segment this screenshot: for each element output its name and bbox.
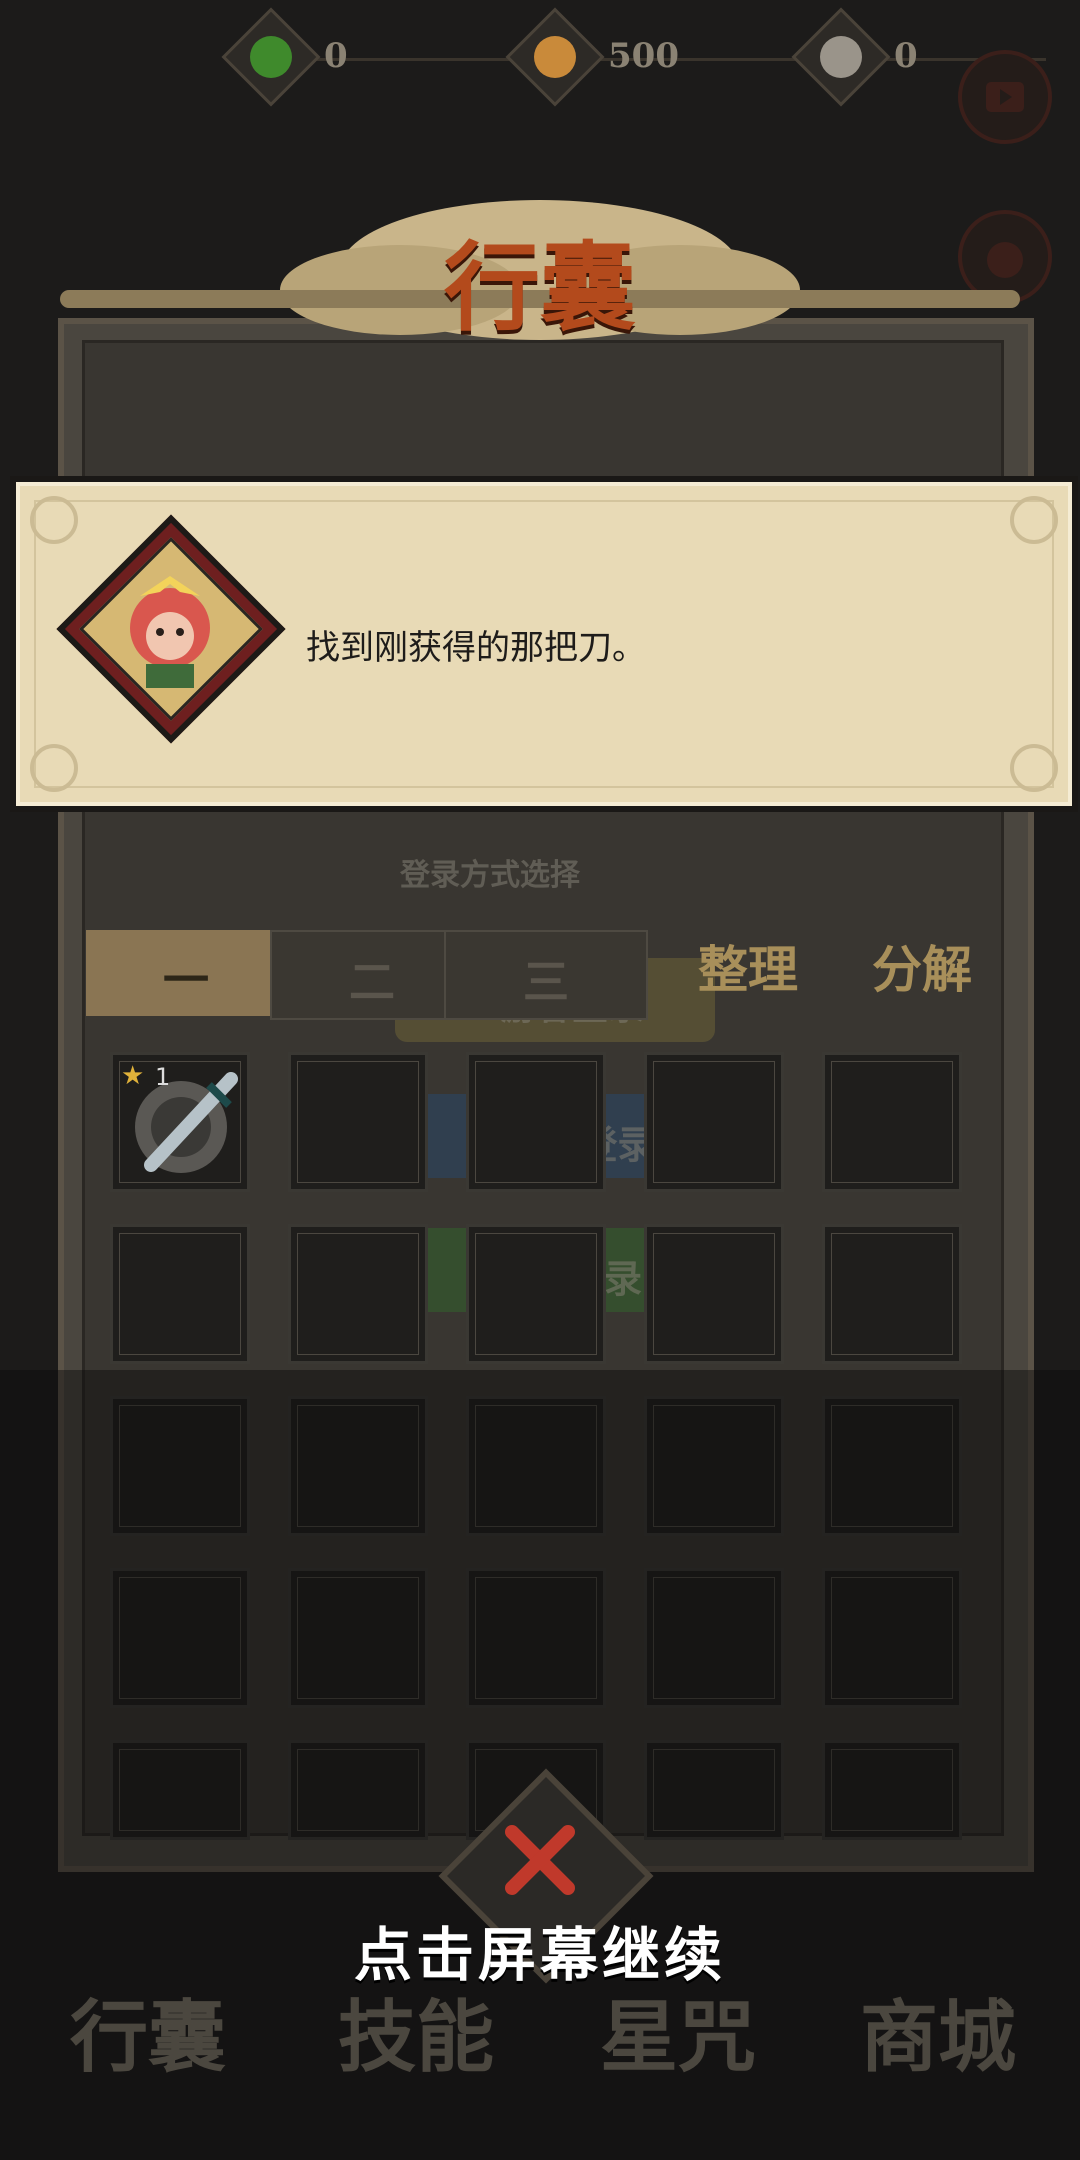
bag-tabs: 一 二 三 整理 分解 [82,930,998,1020]
currency-spirit-value: 0 [894,36,918,76]
inventory-slot[interactable] [466,1224,606,1364]
video-button[interactable] [958,50,1052,144]
tab-three[interactable]: 三 [444,930,648,1020]
inventory-slot[interactable] [466,1052,606,1192]
currency-bar: 0 500 0 [0,0,1080,120]
sword-icon [135,1072,238,1173]
corner-ornament [1010,496,1058,544]
corner-ornament [30,744,78,792]
sort-button[interactable]: 整理 [698,930,798,1002]
inventory-slot[interactable] [644,1052,784,1192]
dialog-text: 找到刚获得的那把刀。 [306,628,646,668]
tab-three-label: 三 [523,955,569,1009]
grey-swirl-icon [820,36,862,78]
item-star-count: 1 [155,1063,171,1091]
corner-ornament [1010,744,1058,792]
star-icon: ★ [121,1061,145,1091]
login-heading-ghost: 登录方式选择 [400,858,580,893]
green-swirl-icon [250,36,292,78]
inventory-slot[interactable] [288,1052,428,1192]
inventory-slot[interactable] [822,1224,962,1364]
currency-coin-value: 500 [608,36,679,76]
inventory-slot[interactable] [822,1052,962,1192]
tutorial-dialog[interactable]: 找到刚获得的那把刀。 [16,482,1072,806]
decompose-button[interactable]: 分解 [872,930,972,1002]
inventory-slot[interactable] [110,1224,250,1364]
close-icon [505,1825,575,1895]
tab-one-label: 一 [163,953,209,1007]
page-title: 行囊 [444,231,636,344]
video-icon [986,82,1024,112]
tab-one[interactable]: 一 [86,930,286,1016]
tab-two-label: 二 [349,955,395,1009]
title-banner: 行囊 [60,180,1020,344]
inventory-slot[interactable]: ★ 1 [110,1052,250,1192]
inventory-slot[interactable] [644,1224,784,1364]
copper-coin-icon [534,36,576,78]
tap-to-continue[interactable]: 点击屏幕继续 [0,1908,1080,1992]
inventory-slot[interactable] [288,1224,428,1364]
corner-ornament [30,496,78,544]
currency-jade-value: 0 [324,36,348,76]
monkey-avatar-icon [130,576,210,688]
